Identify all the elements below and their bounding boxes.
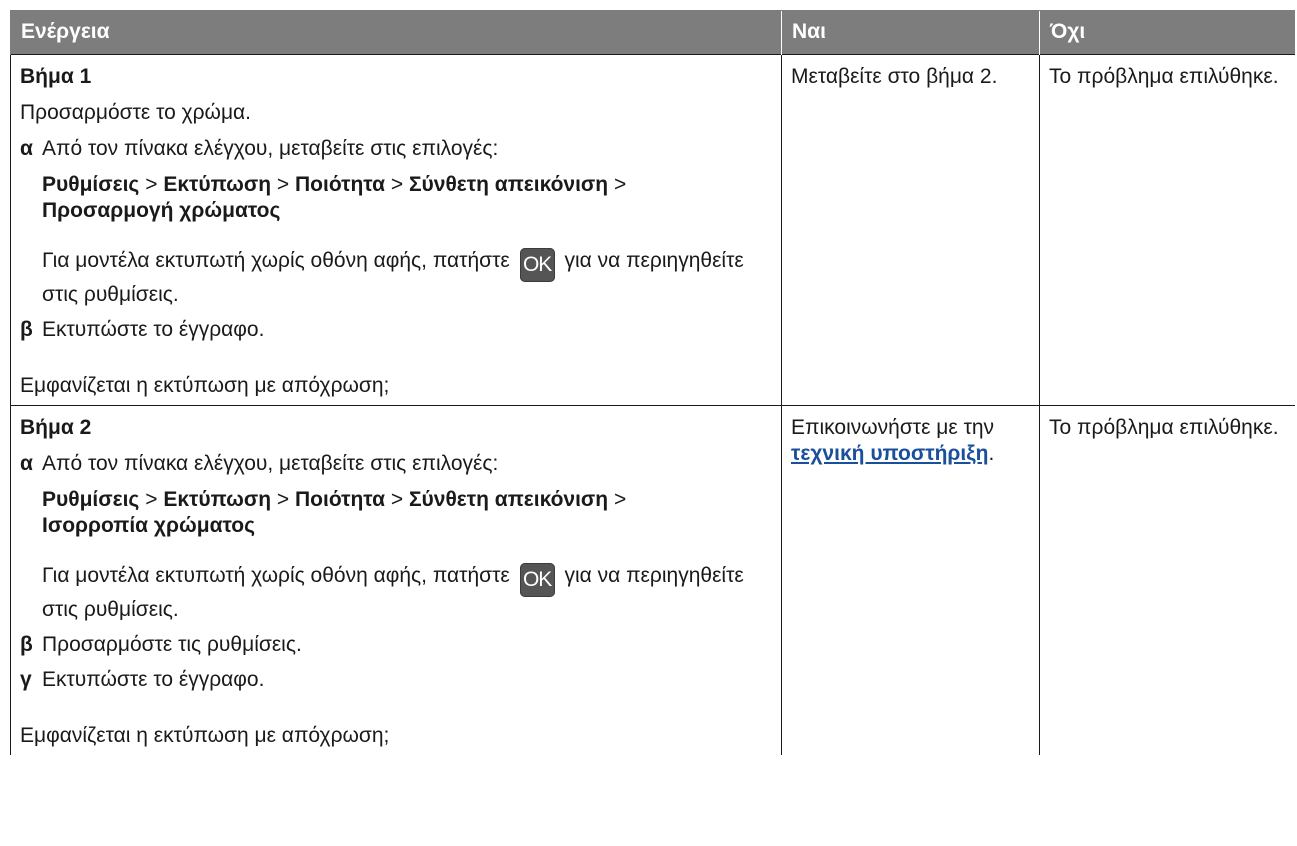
no-text: Το πρόβλημα επιλύθηκε.	[1049, 65, 1279, 88]
item-text: Προσαρμόστε τις ρυθμίσεις.	[42, 633, 302, 656]
header-action: Ενέργεια	[10, 10, 782, 55]
table-header-row: Ενέργεια Ναι Όχι	[10, 10, 1295, 55]
item-text: Από τον πίνακα ελέγχου, μεταβείτε στις ε…	[42, 452, 499, 475]
menu-path-item: Σύνθετη απεικόνιση	[408, 173, 609, 196]
troubleshooting-table: Ενέργεια Ναι Όχι Βήμα 1 Προσαρμόστε το χ…	[10, 10, 1295, 755]
list-item: α Από τον πίνακα ελέγχου, μεταβείτε στις…	[20, 136, 772, 308]
item-text: Εκτυπώστε το έγγραφο.	[42, 668, 265, 691]
no-text: Το πρόβλημα επιλύθηκε.	[1049, 416, 1279, 439]
menu-path-item: Εκτύπωση	[163, 488, 272, 511]
step-question: Εμφανίζεται η εκτύπωση με απόχρωση;	[20, 724, 390, 747]
step-intro: Προσαρμόστε το χρώμα.	[20, 101, 252, 124]
menu-path-item: Σύνθετη απεικόνιση	[408, 488, 609, 511]
item-letter: β	[20, 318, 33, 341]
list-item: α Από τον πίνακα ελέγχου, μεταβείτε στις…	[20, 451, 772, 623]
item-letter: β	[20, 633, 33, 656]
table-row-step-2: Βήμα 2 α Από τον πίνακα ελέγχου, μεταβεί…	[10, 405, 1295, 755]
yes-text: Μεταβείτε στο βήμα 2.	[791, 65, 998, 88]
table-row-step-1: Βήμα 1 Προσαρμόστε το χρώμα. α Από τον π…	[10, 54, 1295, 406]
yes-cell: Επικοινωνήστε με την τεχνική υποστήριξη.	[781, 405, 1040, 755]
list-item: β Εκτυπώστε το έγγραφο.	[20, 317, 772, 343]
header-no: Όχι	[1039, 10, 1295, 55]
menu-path-item: Εκτύπωση	[163, 173, 272, 196]
list-item: β Προσαρμόστε τις ρυθμίσεις.	[20, 632, 772, 658]
item-letter: α	[20, 137, 33, 160]
menu-path: Ρυθμίσεις > Εκτύπωση > Ποιότητα > Σύνθετ…	[42, 173, 627, 222]
item-letter: α	[20, 452, 33, 475]
menu-path: Ρυθμίσεις > Εκτύπωση > Ποιότητα > Σύνθετ…	[42, 488, 627, 537]
step-title: Βήμα 2	[20, 416, 92, 439]
list-item: γ Εκτυπώστε το έγγραφο.	[20, 667, 772, 693]
step-question: Εμφανίζεται η εκτύπωση με απόχρωση;	[20, 374, 390, 397]
ok-button-icon: OK	[519, 563, 555, 597]
item-note: Για μοντέλα εκτυπωτή χωρίς οθόνη αφής, π…	[42, 563, 744, 621]
item-note: Για μοντέλα εκτυπωτή χωρίς οθόνη αφής, π…	[42, 248, 744, 306]
action-cell: Βήμα 1 Προσαρμόστε το χρώμα. α Από τον π…	[10, 54, 782, 406]
action-cell: Βήμα 2 α Από τον πίνακα ελέγχου, μεταβεί…	[10, 405, 782, 755]
menu-path-item: Ρυθμίσεις	[42, 173, 140, 196]
menu-path-item: Ποιότητα	[295, 173, 385, 196]
no-cell: Το πρόβλημα επιλύθηκε.	[1039, 405, 1295, 755]
item-text: Από τον πίνακα ελέγχου, μεταβείτε στις ε…	[42, 137, 499, 160]
menu-path-item: Ισορροπία χρώματος	[42, 514, 256, 537]
yes-cell: Μεταβείτε στο βήμα 2.	[781, 54, 1040, 406]
ok-button-icon: OK	[519, 248, 555, 282]
yes-text: Επικοινωνήστε με την τεχνική υποστήριξη.	[791, 416, 995, 465]
header-yes: Ναι	[781, 10, 1040, 55]
no-cell: Το πρόβλημα επιλύθηκε.	[1039, 54, 1295, 406]
menu-path-item: Ρυθμίσεις	[42, 488, 140, 511]
step-title: Βήμα 1	[20, 65, 92, 88]
item-text: Εκτυπώστε το έγγραφο.	[42, 318, 265, 341]
item-letter: γ	[20, 668, 32, 691]
technical-support-link[interactable]: τεχνική υποστήριξη	[791, 442, 988, 465]
menu-path-item: Προσαρμογή χρώματος	[42, 199, 281, 222]
menu-path-item: Ποιότητα	[295, 488, 385, 511]
